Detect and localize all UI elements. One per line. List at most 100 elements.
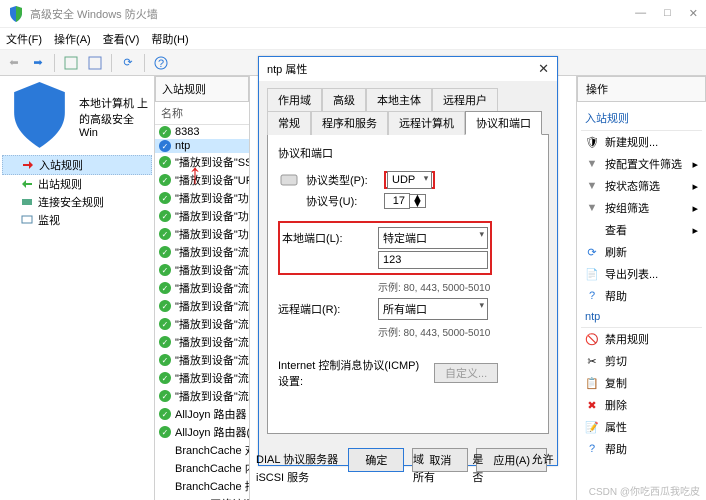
action-disable[interactable]: 🚫禁用规则 (581, 328, 702, 350)
tree-outbound[interactable]: 出站规则 (2, 175, 152, 193)
action-filter-state[interactable]: ▼按状态筛选▸ (581, 175, 702, 197)
proto-type-select[interactable]: UDP (387, 171, 432, 189)
local-port-select[interactable]: 特定端口 (378, 227, 488, 249)
action-help2[interactable]: ?帮助 (581, 438, 702, 460)
forward-icon[interactable]: ➡ (28, 53, 48, 73)
new-rule-icon: 🛡 (585, 135, 599, 149)
rule-row[interactable]: ✓"播放到设备"流式处理 (155, 369, 249, 387)
enabled-icon: ✓ (159, 318, 171, 330)
rule-name: "播放到设备"功能(qWa (175, 190, 249, 206)
rule-name: BranchCache 对等机发 (175, 442, 249, 458)
tree-connsec[interactable]: 连接安全规则 (2, 193, 152, 211)
col-name[interactable]: 名称 (155, 102, 249, 125)
watermark: CSDN @你吃西瓜我吃皮 (589, 483, 700, 498)
rule-row[interactable]: ✓"播放到设备"功能(qWa (155, 207, 249, 225)
rule-row[interactable]: ✓"播放到设备"流式处理 (155, 387, 249, 405)
menu-action[interactable]: 操作(A) (54, 31, 91, 47)
action-new-rule[interactable]: 🛡新建规则... (581, 131, 702, 153)
help-icon: ? (585, 442, 599, 456)
rule-row[interactable]: ✓"播放到设备"流式处理 (155, 261, 249, 279)
rule-row[interactable]: ✓8383 (155, 125, 249, 139)
remote-port-select[interactable]: 所有端口 (378, 298, 488, 320)
local-port-label: 本地端口(L): (282, 230, 372, 246)
rule-row[interactable]: ✓ "播放到设备"流式处理 (155, 279, 249, 297)
customize-button[interactable]: 自定义... (434, 363, 498, 383)
proto-num-spinner[interactable]: 17▲▼ (384, 193, 426, 209)
rule-row[interactable]: ✓"播放到设备"功能(qWa (155, 189, 249, 207)
group-protocol: 协议和端口 (278, 145, 538, 161)
copy-icon: 📋 (585, 376, 599, 390)
filter-icon[interactable] (85, 53, 105, 73)
tab-remotecomp[interactable]: 远程计算机 (388, 111, 465, 135)
help-icon[interactable]: ? (151, 53, 171, 73)
refresh-icon[interactable]: ⟳ (118, 53, 138, 73)
rule-row[interactable]: ✓"播放到设备"流式处理 (155, 351, 249, 369)
tab-advanced[interactable]: 高级 (322, 88, 366, 111)
action-cut[interactable]: ✂剪切 (581, 350, 702, 372)
tab-programs[interactable]: 程序和服务 (311, 111, 388, 135)
tab-remote[interactable]: 远程用户 (432, 88, 498, 111)
action-properties[interactable]: 📝属性 (581, 416, 702, 438)
maximize-icon[interactable]: □ (664, 7, 671, 20)
rule-name: COM+ 网络访问(DCO (175, 496, 249, 500)
actions-section-ntp: ntp (581, 307, 702, 328)
rule-row[interactable]: ✓"播放到设备"流式处理 (155, 243, 249, 261)
cut-icon: ✂ (585, 354, 599, 368)
local-port-input[interactable]: 123 (378, 251, 488, 269)
rule-row[interactable]: ✓"播放到设备"UPnP 事件 (155, 171, 249, 189)
rule-row[interactable]: ✓COM+ 网络访问(DCO (155, 495, 249, 500)
rule-row[interactable]: ✓"播放到设备"流式处理 (155, 333, 249, 351)
rule-row[interactable]: ✓"播放到设备"功能(qWa (155, 225, 249, 243)
show-hide-icon[interactable] (61, 53, 81, 73)
tree-inbound[interactable]: 入站规则 (2, 155, 152, 175)
actions-pane: 操作 入站规则 🛡新建规则... ▼按配置文件筛选▸ ▼按状态筛选▸ ▼按组筛选… (576, 76, 706, 500)
action-view[interactable]: 查看▸ (581, 219, 702, 241)
rule-row[interactable]: ✓"播放到设备"流式处理 (155, 315, 249, 333)
dialog-titlebar: ntp 属性 ✕ (259, 57, 557, 81)
tab-general[interactable]: 常规 (267, 111, 311, 135)
dialog-tabs-row2: 常规 程序和服务 远程计算机 协议和端口 (259, 110, 557, 134)
enabled-icon: ✓ (159, 336, 171, 348)
tab-local[interactable]: 本地主体 (366, 88, 432, 111)
action-refresh[interactable]: ⟳刷新 (581, 241, 702, 263)
action-export[interactable]: 📄导出列表... (581, 263, 702, 285)
rule-row[interactable]: ✓ntp (155, 139, 249, 153)
tab-scope[interactable]: 作用域 (267, 88, 322, 111)
rule-row[interactable]: ✓AllJoyn 路由器(TCP-In (155, 423, 249, 441)
nav-tree: 本地计算机 上的高级安全 Win 入站规则 出站规则 连接安全规则 监视 (0, 76, 155, 500)
shield-icon (8, 6, 24, 22)
dialog-close-icon[interactable]: ✕ (538, 61, 549, 77)
tab-protocol[interactable]: 协议和端口 (465, 111, 542, 135)
enabled-icon: ✓ (159, 408, 171, 420)
action-filter-group[interactable]: ▼按组筛选▸ (581, 197, 702, 219)
enabled-icon: ✓ (159, 372, 171, 384)
filter-icon: ▼ (585, 157, 599, 171)
protocol-icon (278, 171, 300, 189)
rule-row[interactable]: ✓BranchCache 托管缓存 (155, 477, 249, 495)
rule-row[interactable]: ✓BranchCache 内容检索 (155, 459, 249, 477)
back-icon[interactable]: ⬅ (4, 53, 24, 73)
rule-name: AllJoyn 路由器(TCP-In (175, 424, 249, 440)
minimize-icon[interactable]: — (635, 7, 646, 20)
menu-file[interactable]: 文件(F) (6, 31, 42, 47)
rule-name: AllJoyn 路由器 (UDP-I (175, 406, 249, 422)
rule-row[interactable]: ✓ AllJoyn 路由器 (UDP-I (155, 405, 249, 423)
tree-monitor[interactable]: 监视 (2, 211, 152, 229)
connsec-icon (20, 195, 34, 209)
action-filter-profile[interactable]: ▼按配置文件筛选▸ (581, 153, 702, 175)
bottom-detail-rows: DIAL 协议服务器域是允许iSCSI 服务所有否 (256, 450, 561, 486)
rule-row[interactable]: ✓"播放到设备"流式处理 (155, 297, 249, 315)
enabled-icon: ✓ (159, 246, 171, 258)
action-help[interactable]: ?帮助 (581, 285, 702, 307)
rule-row[interactable]: ✓"播放到设备"SSDP 发现 (155, 153, 249, 171)
detail-row: DIAL 协议服务器域是允许 (256, 450, 561, 468)
close-icon[interactable]: ✕ (689, 7, 698, 20)
menu-help[interactable]: 帮助(H) (151, 31, 188, 47)
tree-root[interactable]: 本地计算机 上的高级安全 Win (2, 80, 152, 155)
action-copy[interactable]: 📋复制 (581, 372, 702, 394)
action-delete[interactable]: ✖删除 (581, 394, 702, 416)
rule-row[interactable]: ✓BranchCache 对等机发 (155, 441, 249, 459)
enabled-icon: ✓ (159, 282, 171, 294)
menu-view[interactable]: 查看(V) (103, 31, 140, 47)
rule-name: "播放到设备"流式处理 (175, 280, 249, 296)
